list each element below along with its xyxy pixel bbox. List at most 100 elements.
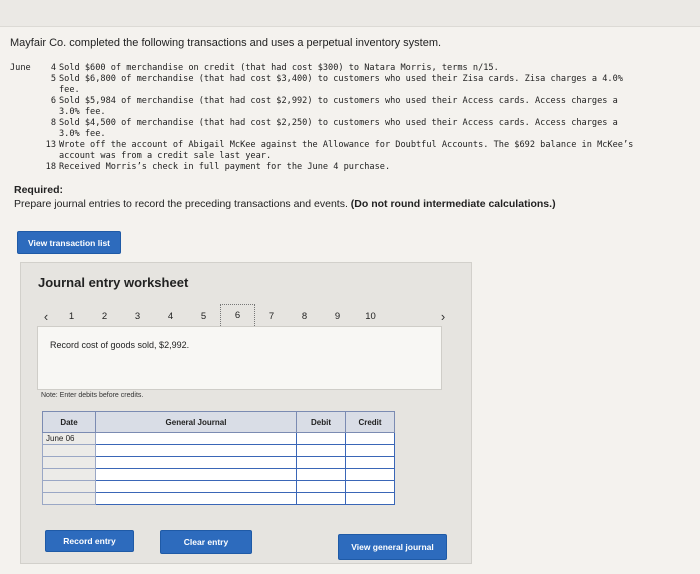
instruction-box: Record cost of goods sold, $2,992.: [37, 326, 442, 390]
transaction-month: [10, 96, 34, 107]
date-cell: [42, 456, 96, 469]
column-debit: Debit: [296, 411, 346, 433]
transaction-day: 8: [50, 118, 56, 128]
transaction-month: [10, 85, 34, 96]
transaction-text: fee.: [59, 85, 80, 95]
page-4[interactable]: 4: [154, 311, 187, 322]
transaction-day: 5: [50, 74, 56, 84]
transaction-month: [10, 118, 34, 129]
view-transaction-list-button[interactable]: View transaction list: [17, 231, 121, 254]
column-date: Date: [42, 411, 96, 433]
transaction-text: 3.0% fee.: [59, 107, 106, 117]
debit-input[interactable]: [296, 492, 346, 505]
required-heading: Required:: [14, 184, 64, 196]
transaction-day: [34, 129, 59, 140]
debit-input[interactable]: [296, 456, 346, 469]
transaction-month: [10, 107, 34, 118]
column-general-journal: General Journal: [95, 411, 297, 433]
transaction-text: Sold $5,984 of merchandise (that had cos…: [59, 96, 618, 106]
date-cell: [42, 444, 96, 457]
transaction-text: 3.0% fee.: [59, 129, 106, 139]
required-instruction: Prepare journal entries to record the pr…: [14, 198, 348, 210]
journal-row: [42, 492, 395, 505]
transaction-text: Sold $4,500 of merchandise (that had cos…: [59, 118, 618, 128]
debit-input[interactable]: [296, 480, 346, 493]
transaction-text: account was from a credit sale last year…: [59, 151, 272, 161]
debit-input[interactable]: [296, 432, 346, 445]
account-input[interactable]: [95, 432, 297, 445]
problem-intro: Mayfair Co. completed the following tran…: [10, 37, 442, 49]
worksheet-pager: ‹ 1 2 3 4 5 6 7 8 9 10 ›: [37, 304, 452, 328]
account-input[interactable]: [95, 444, 297, 457]
journal-row: [42, 444, 395, 457]
transaction-month: [10, 151, 34, 162]
date-cell: June 06: [42, 432, 96, 445]
page-6-current[interactable]: 6: [220, 304, 255, 328]
credit-input[interactable]: [345, 456, 395, 469]
credit-input[interactable]: [345, 444, 395, 457]
view-general-journal-button[interactable]: View general journal: [338, 534, 447, 560]
credit-input[interactable]: [345, 492, 395, 505]
transaction-line: 13 Wrote off the account of Abigail McKee…: [10, 140, 690, 151]
journal-row: June 06: [42, 432, 395, 445]
transaction-day: 13: [45, 140, 56, 150]
page-7[interactable]: 7: [255, 311, 288, 322]
journal-table: Date General Journal Debit Credit June 0…: [42, 411, 395, 505]
debit-input[interactable]: [296, 444, 346, 457]
transaction-line: 8 Sold $4,500 of merchandise (that had co…: [10, 118, 690, 129]
page-5[interactable]: 5: [187, 311, 220, 322]
transaction-text: Sold $6,800 of merchandise (that had cos…: [59, 74, 623, 84]
journal-row: [42, 456, 395, 469]
transaction-day: 18: [45, 162, 56, 172]
transaction-day: [34, 151, 59, 162]
transaction-line: 3.0% fee.: [10, 129, 690, 140]
transaction-month: [10, 74, 34, 85]
transaction-line: 3.0% fee.: [10, 107, 690, 118]
page-10[interactable]: 10: [354, 311, 387, 322]
transaction-text: Wrote off the account of Abigail McKee a…: [59, 140, 634, 150]
debit-input[interactable]: [296, 468, 346, 481]
next-page-icon[interactable]: ›: [434, 309, 452, 324]
transaction-day: [34, 85, 59, 96]
date-cell: [42, 492, 96, 505]
account-input[interactable]: [95, 468, 297, 481]
date-cell: [42, 468, 96, 481]
transaction-line: 18 Received Morris’s check in full paymen…: [10, 162, 690, 173]
credit-input[interactable]: [345, 468, 395, 481]
transaction-month: [10, 162, 34, 173]
clear-entry-button[interactable]: Clear entry: [160, 530, 252, 554]
transaction-line: 6 Sold $5,984 of merchandise (that had co…: [10, 96, 690, 107]
transaction-day: [34, 107, 59, 118]
transaction-line: account was from a credit sale last year…: [10, 151, 690, 162]
transaction-line: fee.: [10, 85, 690, 96]
date-cell: [42, 480, 96, 493]
transaction-line: June 4 Sold $600 of merchandise on credit …: [10, 63, 690, 74]
transaction-month: [10, 129, 34, 140]
page-3[interactable]: 3: [121, 311, 154, 322]
transaction-day: 6: [50, 96, 56, 106]
credit-input[interactable]: [345, 432, 395, 445]
page-8[interactable]: 8: [288, 311, 321, 322]
transaction-line: 5 Sold $6,800 of merchandise (that had co…: [10, 74, 690, 85]
transaction-month: [10, 140, 34, 151]
required-emphasis: (Do not round intermediate calculations.…: [350, 198, 556, 210]
column-credit: Credit: [345, 411, 395, 433]
transaction-day: 4: [50, 63, 56, 73]
required-text: Prepare journal entries to record the pr…: [14, 198, 556, 210]
top-bar: [0, 0, 700, 27]
journal-row: [42, 468, 395, 481]
journal-entry-worksheet: Journal entry worksheet ‹ 1 2 3 4 5 6 7 …: [20, 262, 472, 564]
page-9[interactable]: 9: [321, 311, 354, 322]
account-input[interactable]: [95, 480, 297, 493]
previous-page-icon[interactable]: ‹: [37, 309, 55, 324]
instruction-text: Record cost of goods sold, $2,992.: [50, 340, 190, 350]
account-input[interactable]: [95, 456, 297, 469]
credit-input[interactable]: [345, 480, 395, 493]
page-2[interactable]: 2: [88, 311, 121, 322]
transaction-text: Sold $600 of merchandise on credit (that…: [59, 63, 499, 73]
worksheet-title: Journal entry worksheet: [38, 275, 189, 290]
transaction-month: June: [10, 63, 31, 73]
page-1[interactable]: 1: [55, 311, 88, 322]
record-entry-button[interactable]: Record entry: [45, 530, 134, 552]
account-input[interactable]: [95, 492, 297, 505]
